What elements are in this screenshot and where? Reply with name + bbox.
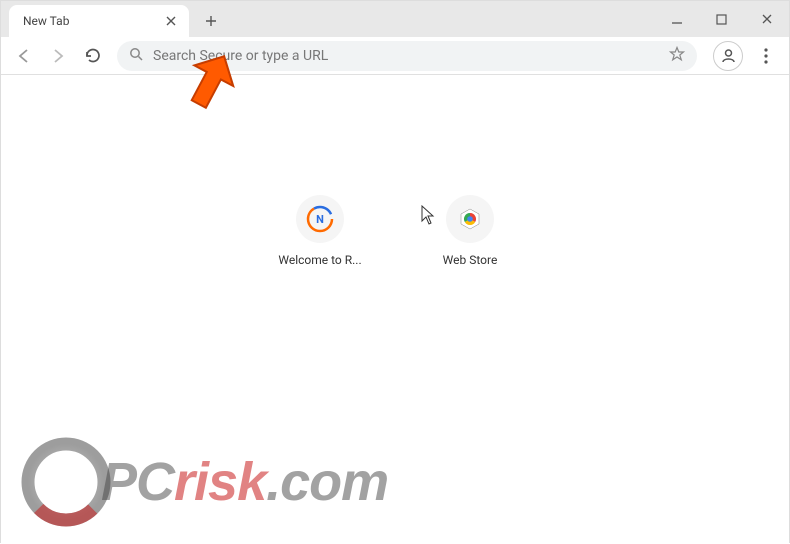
new-tab-button[interactable] <box>197 7 225 35</box>
bookmark-star-icon[interactable] <box>669 46 685 66</box>
reload-button[interactable] <box>77 41 107 71</box>
back-button[interactable] <box>9 41 39 71</box>
tab-title: New Tab <box>23 14 163 28</box>
shortcut-icon <box>446 195 494 243</box>
watermark-logo-icon <box>21 437 111 527</box>
window-controls <box>654 1 789 37</box>
maximize-button[interactable] <box>699 4 744 34</box>
profile-button[interactable] <box>713 41 743 71</box>
watermark-text: PCrisk.com <box>101 451 388 513</box>
minimize-button[interactable] <box>654 4 699 34</box>
forward-button[interactable] <box>43 41 73 71</box>
shortcut-tile[interactable]: N Welcome to R... <box>265 195 375 267</box>
browser-tab[interactable]: New Tab <box>9 5 189 37</box>
address-bar[interactable]: Search Secure or type a URL <box>117 41 697 71</box>
search-icon <box>129 47 143 65</box>
close-tab-icon[interactable] <box>163 13 179 29</box>
toolbar: Search Secure or type a URL <box>1 37 789 75</box>
shortcuts-grid: N Welcome to R... Web Store <box>265 195 525 267</box>
shortcut-label: Welcome to R... <box>278 253 361 267</box>
tab-strip: New Tab <box>1 1 789 37</box>
address-bar-placeholder: Search Secure or type a URL <box>153 48 669 64</box>
shortcut-icon: N <box>296 195 344 243</box>
kebab-menu-button[interactable] <box>751 41 781 71</box>
shortcut-tile[interactable]: Web Store <box>415 195 525 267</box>
watermark: PCrisk.com <box>21 437 388 527</box>
svg-text:N: N <box>316 213 324 226</box>
close-window-button[interactable] <box>744 4 789 34</box>
shortcut-label: Web Store <box>443 253 498 267</box>
